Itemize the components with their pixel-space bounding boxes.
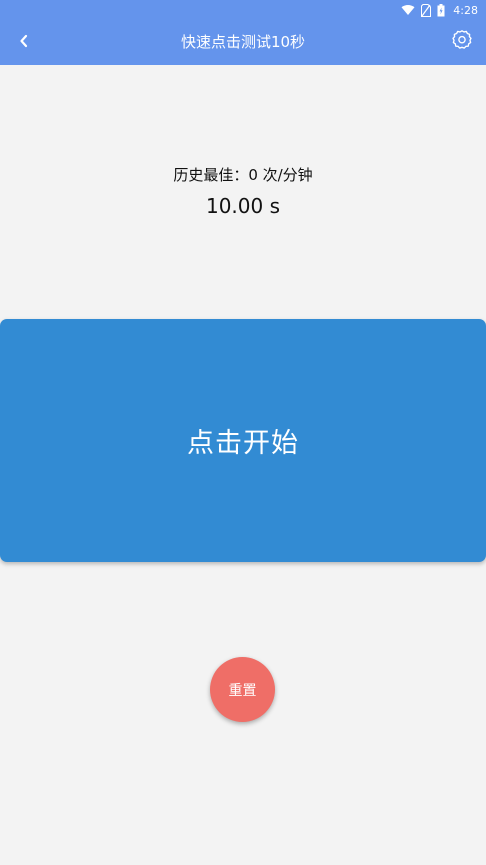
wifi-icon (401, 4, 415, 16)
app-bar: 快速点击测试10秒 (0, 20, 486, 65)
status-bar: 4:28 (0, 0, 486, 20)
battery-icon (437, 3, 445, 17)
best-score-label: 历史最佳：0 次/分钟 (173, 166, 313, 184)
status-icons: 4:28 (401, 2, 478, 18)
reset-button[interactable]: 重置 (210, 657, 275, 722)
settings-button[interactable] (448, 28, 476, 56)
page-title: 快速点击测试10秒 (180, 33, 306, 51)
start-button-label: 点击开始 (187, 428, 299, 459)
start-button[interactable]: 点击开始 (0, 319, 486, 562)
timer-display: 10.00 s (205, 194, 281, 218)
reset-button-label: 重置 (228, 682, 257, 699)
gear-icon (451, 29, 473, 55)
status-time: 4:28 (453, 3, 478, 17)
no-sim-icon (421, 3, 432, 17)
